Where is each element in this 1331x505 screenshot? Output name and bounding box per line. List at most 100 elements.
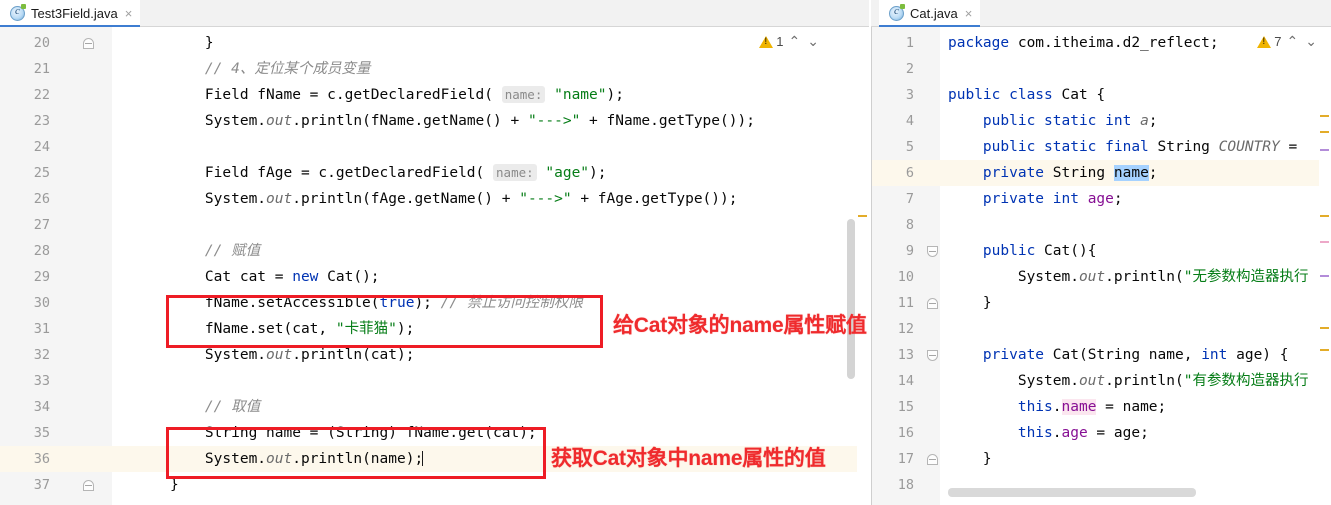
gutter-line-36[interactable]: 36 — [0, 446, 112, 472]
fold-marker-11[interactable] — [927, 298, 938, 309]
right-horizontal-scrollbar[interactable] — [948, 488, 1196, 497]
code-line-24[interactable] — [112, 134, 869, 160]
code-line-4[interactable]: public static int a; — [940, 108, 1331, 134]
gutter-line-20[interactable]: 20 — [0, 30, 112, 56]
left-annotation-strip[interactable] — [857, 27, 869, 505]
gutter-line-23[interactable]: 23 — [0, 108, 112, 134]
code-line-22[interactable]: Field fName = c.getDeclaredField( name: … — [112, 82, 869, 108]
gutter-line-2[interactable]: 2 — [872, 56, 940, 82]
editor-pane-cat[interactable]: 1 2 3 4 5 6 7 8 9 10 11 12 13 14 15 16 17 18 package com.… — [871, 27, 1331, 505]
gutter-line-26[interactable]: 26 — [0, 186, 112, 212]
left-gutter[interactable]: 20 21 22 23 24 25 26 27 28 29 30 31 32 33 34 35 36 37 — [0, 27, 112, 505]
inspection-marker[interactable] — [1320, 149, 1329, 151]
gutter-line-35[interactable]: 35 — [0, 420, 112, 446]
gutter-line-18[interactable]: 18 — [872, 472, 940, 498]
gutter-line-30[interactable]: 30 — [0, 290, 112, 316]
gutter-line-1[interactable]: 1 — [872, 30, 940, 56]
right-code-area[interactable]: package com.itheima.d2_reflect; public c… — [940, 27, 1331, 505]
chevron-down-icon[interactable]: ⌄ — [805, 33, 821, 50]
chevron-down-icon[interactable]: ⌄ — [1303, 33, 1319, 50]
code-line-14[interactable]: System.out.println("有参数构造器执行 — [940, 368, 1331, 394]
inspection-marker[interactable] — [1320, 241, 1329, 243]
code-line-8[interactable] — [940, 212, 1331, 238]
chevron-up-icon[interactable]: ⌃ — [787, 33, 803, 50]
gutter-line-21[interactable]: 21 — [0, 56, 112, 82]
gutter-line-6[interactable]: 6 — [872, 160, 940, 186]
fold-marker-37[interactable] — [83, 480, 94, 491]
close-icon[interactable]: × — [125, 7, 133, 20]
gutter-line-24[interactable]: 24 — [0, 134, 112, 160]
right-inspection-widget[interactable]: 7 ⌃ ⌄ — [1255, 33, 1321, 50]
tab-test3field-java[interactable]: Test3Field.java × — [0, 0, 141, 28]
code-line-20[interactable]: } — [112, 30, 869, 56]
right-gutter[interactable]: 1 2 3 4 5 6 7 8 9 10 11 12 13 14 15 16 17 18 — [872, 27, 940, 505]
left-inspection-widget[interactable]: 1 ⌃ ⌄ — [757, 33, 823, 50]
code-line-23[interactable]: System.out.println(fName.getName() + "--… — [112, 108, 869, 134]
code-line-34[interactable]: // 取值 — [112, 394, 869, 420]
inspection-marker[interactable] — [1320, 349, 1329, 351]
code-line-11[interactable]: } — [940, 290, 1331, 316]
code-line-33[interactable] — [112, 368, 869, 394]
code-line-25[interactable]: Field fAge = c.getDeclaredField( name: "… — [112, 160, 869, 186]
left-vertical-scrollbar[interactable] — [847, 219, 855, 379]
code-line-27[interactable] — [112, 212, 869, 238]
code-line-16[interactable]: this.age = age; — [940, 420, 1331, 446]
code-line-21[interactable]: // 4、定位某个成员变量 — [112, 56, 869, 82]
gutter-line-3[interactable]: 3 — [872, 82, 940, 108]
code-line-5[interactable]: public static final String COUNTRY = — [940, 134, 1331, 160]
code-line-15[interactable]: this.name = name; — [940, 394, 1331, 420]
inspection-marker[interactable] — [1320, 115, 1329, 117]
code-line-12[interactable] — [940, 316, 1331, 342]
fold-marker-20[interactable] — [83, 38, 94, 49]
line-number: 28 — [33, 243, 50, 259]
gutter-line-34[interactable]: 34 — [0, 394, 112, 420]
code-line-37[interactable]: } — [112, 472, 869, 498]
code-line-9[interactable]: public Cat(){ — [940, 238, 1331, 264]
gutter-line-10[interactable]: 10 — [872, 264, 940, 290]
line-number: 6 — [905, 165, 914, 181]
ide-window: Test3Field.java × Cat.java × 20212223242… — [0, 0, 1331, 505]
gutter-line-37[interactable]: 37 — [0, 472, 112, 498]
code-line-28[interactable]: // 赋值 — [112, 238, 869, 264]
code-line-3[interactable]: public class Cat { — [940, 82, 1331, 108]
gutter-line-29[interactable]: 29 — [0, 264, 112, 290]
gutter-line-4[interactable]: 4 — [872, 108, 940, 134]
code-line-7[interactable]: private int age; — [940, 186, 1331, 212]
gutter-line-15[interactable]: 15 — [872, 394, 940, 420]
code-line-10[interactable]: System.out.println("无参数构造器执行 — [940, 264, 1331, 290]
fold-marker-17[interactable] — [927, 454, 938, 465]
close-icon[interactable]: × — [965, 7, 973, 20]
gutter-line-12[interactable]: 12 — [872, 316, 940, 342]
fold-marker-9[interactable] — [927, 246, 938, 257]
editor-pane-test3field[interactable]: 20 21 22 23 24 25 26 27 28 29 30 31 32 33 34 35 36 37 } /… — [0, 27, 869, 505]
code-line-2[interactable] — [940, 56, 1331, 82]
code-line-26[interactable]: System.out.println(fAge.getName() + "---… — [112, 186, 869, 212]
code-line-13[interactable]: private Cat(String name, int age) { — [940, 342, 1331, 368]
left-code-area[interactable]: } // 4、定位某个成员变量 Field fName = c.getDecla… — [112, 27, 869, 505]
chevron-up-icon[interactable]: ⌃ — [1285, 33, 1301, 50]
code-line-6[interactable]: private String name; — [940, 160, 1331, 186]
code-line-17[interactable]: } — [940, 446, 1331, 472]
inspection-marker[interactable] — [1320, 275, 1329, 277]
gutter-line-32[interactable]: 32 — [0, 342, 112, 368]
gutter-line-22[interactable]: 22 — [0, 82, 112, 108]
fold-marker-13[interactable] — [927, 350, 938, 361]
inspection-marker[interactable] — [1320, 131, 1329, 133]
tab-cat-java[interactable]: Cat.java × — [879, 0, 981, 28]
inspection-marker[interactable] — [858, 215, 867, 217]
gutter-line-16[interactable]: 16 — [872, 420, 940, 446]
right-annotation-strip[interactable] — [1319, 27, 1331, 505]
gutter-line-25[interactable]: 25 — [0, 160, 112, 186]
inspection-marker[interactable] — [1320, 327, 1329, 329]
gutter-line-8[interactable]: 8 — [872, 212, 940, 238]
gutter-line-7[interactable]: 7 — [872, 186, 940, 212]
inspection-marker[interactable] — [1320, 215, 1329, 217]
code-line-29[interactable]: Cat cat = new Cat(); — [112, 264, 869, 290]
gutter-line-14[interactable]: 14 — [872, 368, 940, 394]
gutter-line-33[interactable]: 33 — [0, 368, 112, 394]
gutter-line-31[interactable]: 31 — [0, 316, 112, 342]
gutter-line-28[interactable]: 28 — [0, 238, 112, 264]
gutter-line-27[interactable]: 27 — [0, 212, 112, 238]
gutter-line-5[interactable]: 5 — [872, 134, 940, 160]
code-line-32[interactable]: System.out.println(cat); — [112, 342, 869, 368]
